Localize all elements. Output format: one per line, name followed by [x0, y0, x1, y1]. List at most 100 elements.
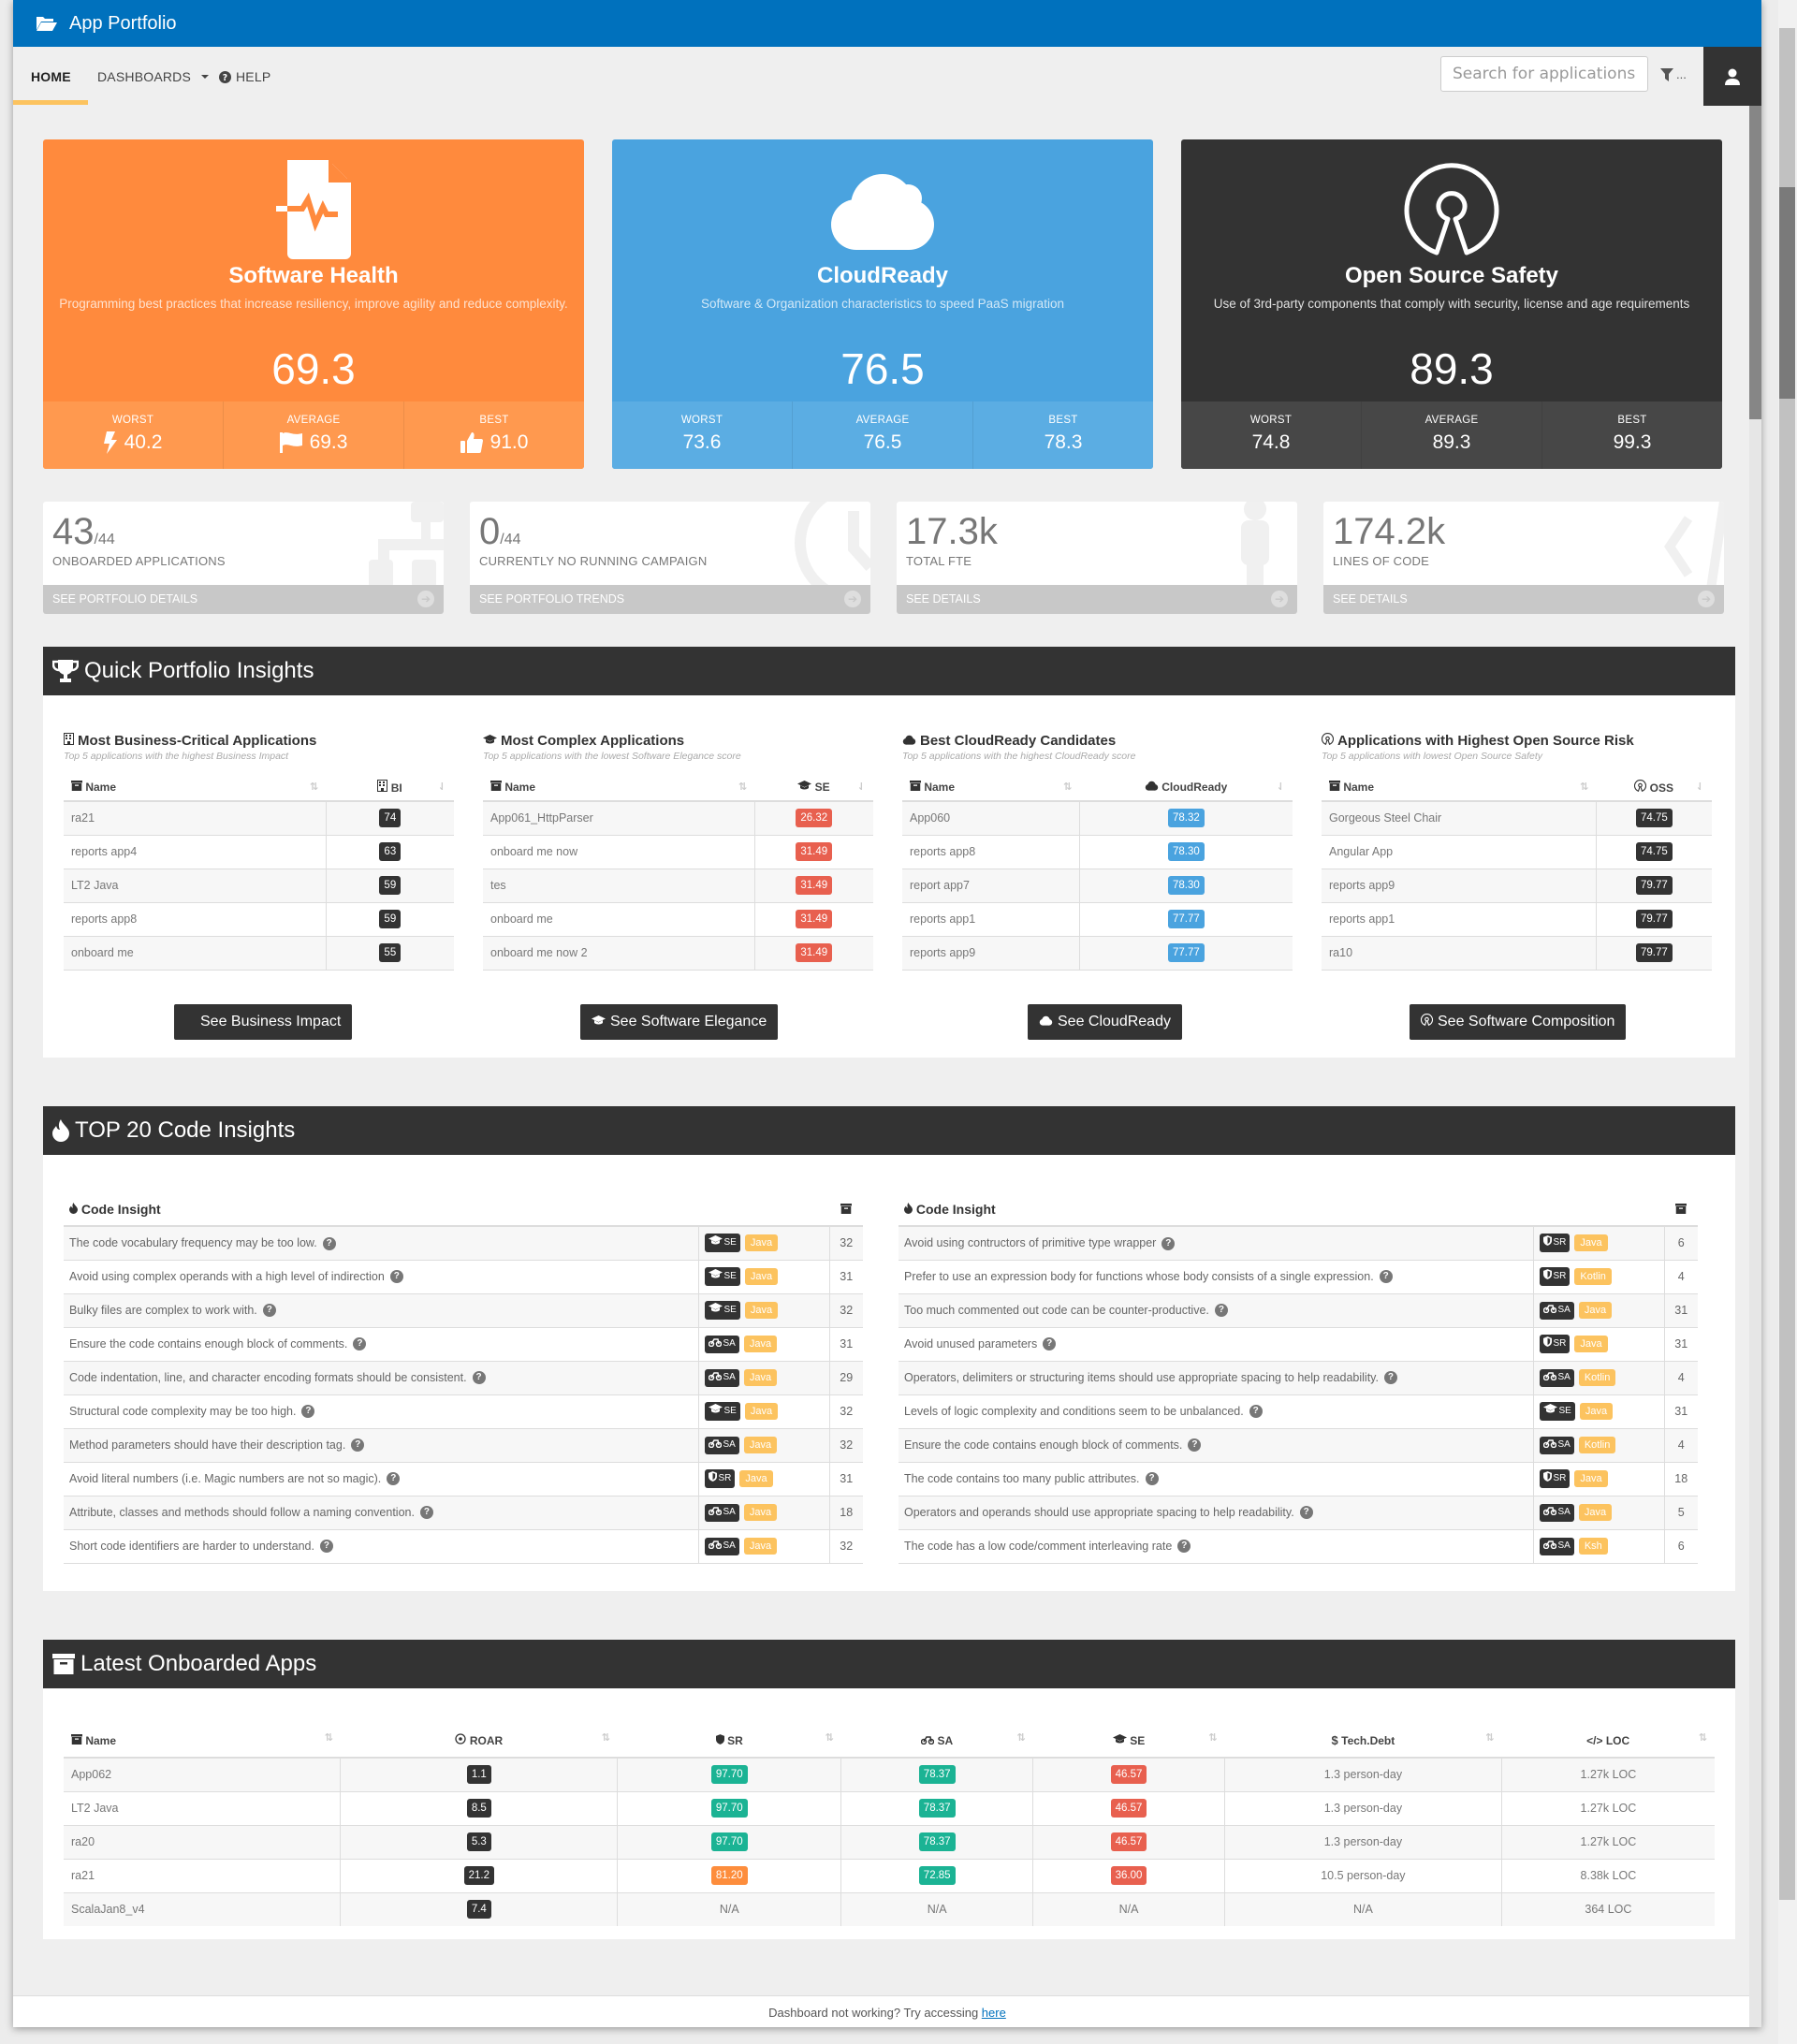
help-icon[interactable]: ? — [1161, 1236, 1176, 1250]
nav-home[interactable]: HOME — [31, 69, 71, 84]
table-row[interactable]: App062 1.1 97.70 78.37 46.57 1.3 person-… — [64, 1758, 1715, 1792]
sort-icon[interactable]: ⇅ — [1208, 1731, 1217, 1744]
cloudready-card[interactable]: CloudReady Software & Organization chara… — [612, 139, 1153, 469]
sort-icon[interactable]: ⇅ — [325, 1731, 333, 1744]
code-insight-row[interactable]: Avoid using complex operands with a high… — [64, 1260, 863, 1294]
page-scrollbar-thumb[interactable] — [1779, 187, 1795, 399]
help-icon[interactable]: ? — [1214, 1304, 1228, 1318]
table-row[interactable]: reports app1 77.77 — [902, 902, 1293, 937]
see-fte-details-link[interactable]: SEE DETAILS ➔ — [897, 585, 1297, 614]
table-row[interactable]: reports app9 77.77 — [902, 936, 1293, 971]
help-icon[interactable]: ? — [322, 1236, 336, 1250]
sort-icon[interactable]: ⇅ — [1580, 781, 1588, 793]
code-insight-row[interactable]: Operators, delimiters or structuring ite… — [898, 1361, 1698, 1395]
table-row[interactable]: ra20 5.3 97.70 78.37 46.57 1.3 person-da… — [64, 1825, 1715, 1860]
help-icon[interactable]: ? — [351, 1438, 365, 1453]
column-header[interactable]: SA ⇅ — [840, 1724, 1033, 1759]
table-row[interactable]: LT2 Java 59 — [64, 869, 454, 903]
table-row[interactable]: ra21 74 — [64, 801, 454, 836]
code-insight-row[interactable]: Operators and operands should use approp… — [898, 1496, 1698, 1530]
sort-icon[interactable]: ⇅ — [825, 1731, 834, 1744]
help-icon[interactable]: ? — [262, 1304, 276, 1318]
code-insight-row[interactable]: Ensure the code contains enough block of… — [64, 1327, 863, 1362]
open-source-safety-card[interactable]: Open Source Safety Use of 3rd-party comp… — [1181, 139, 1722, 469]
column-header[interactable]: SR ⇅ — [617, 1724, 841, 1759]
inner-scrollbar[interactable] — [1749, 106, 1761, 2027]
quick-insight-button[interactable]: See CloudReady — [1028, 1004, 1182, 1040]
filter-button[interactable]: ... — [1660, 67, 1687, 81]
help-icon[interactable]: ? — [387, 1472, 401, 1486]
code-insight-row[interactable]: The code vocabulary frequency may be too… — [64, 1226, 863, 1261]
code-insight-row[interactable]: Prefer to use an expression body for fun… — [898, 1260, 1698, 1294]
column-header[interactable]: ROAR ⇅ — [340, 1724, 618, 1759]
help-icon[interactable]: ? — [1379, 1270, 1393, 1284]
software-health-card[interactable]: Software Health Programming best practic… — [43, 139, 584, 469]
inner-scrollbar-thumb[interactable] — [1749, 106, 1761, 419]
help-icon[interactable]: ? — [472, 1371, 486, 1385]
metric-column-header[interactable]: OSS ⇃ — [1596, 773, 1712, 802]
column-header[interactable]: Name ⇅ — [64, 1724, 341, 1759]
help-icon[interactable]: ? — [1145, 1472, 1159, 1486]
table-row[interactable]: LT2 Java 8.5 97.70 78.37 46.57 1.3 perso… — [64, 1791, 1715, 1826]
footer-here-link[interactable]: here — [982, 2006, 1006, 2020]
metric-column-header[interactable]: CloudReady ⇃ — [1079, 773, 1293, 802]
column-header[interactable]: </> LOC ⇅ — [1501, 1724, 1715, 1759]
table-row[interactable]: onboard me 55 — [64, 936, 454, 971]
sort-icon[interactable]: ⇅ — [1063, 781, 1072, 793]
column-header[interactable]: $ Tech.Debt ⇅ — [1224, 1724, 1502, 1759]
code-insight-row[interactable]: Too much commented out code can be count… — [898, 1293, 1698, 1328]
column-header[interactable]: SE ⇅ — [1032, 1724, 1225, 1759]
table-row[interactable]: tes 31.49 — [483, 869, 873, 903]
name-column-header[interactable]: Name ⇅ — [483, 773, 755, 802]
help-icon[interactable]: ? — [1299, 1506, 1313, 1520]
code-insight-row[interactable]: Code indentation, line, and character en… — [64, 1361, 863, 1395]
sort-icon[interactable]: ⇅ — [1699, 1731, 1707, 1744]
table-row[interactable]: ScalaJan8_v4 7.4 N/A N/A N/A N/A 364 LOC — [64, 1892, 1715, 1926]
nav-help[interactable]: ? HELP — [219, 69, 270, 84]
see-loc-details-link[interactable]: SEE DETAILS ➔ — [1323, 585, 1724, 614]
user-menu-button[interactable] — [1703, 47, 1761, 106]
sort-icon[interactable]: ⇃ — [438, 781, 446, 793]
table-row[interactable]: App061_HttpParser 26.32 — [483, 801, 873, 836]
table-row[interactable]: Angular App 74.75 — [1322, 835, 1712, 869]
table-row[interactable]: reports app9 79.77 — [1322, 869, 1712, 903]
code-insight-row[interactable]: Structural code complexity may be too hi… — [64, 1394, 863, 1429]
help-icon[interactable]: ? — [319, 1540, 333, 1554]
sort-icon[interactable]: ⇅ — [1485, 1731, 1494, 1744]
code-insight-row[interactable]: Short code identifiers are harder to und… — [64, 1529, 863, 1564]
help-icon[interactable]: ? — [1043, 1337, 1057, 1351]
code-insight-row[interactable]: Avoid using contructors of primitive typ… — [898, 1226, 1698, 1261]
table-row[interactable]: reports app1 79.77 — [1322, 902, 1712, 937]
table-row[interactable]: reports app8 78.30 — [902, 835, 1293, 869]
sort-icon[interactable]: ⇃ — [857, 781, 866, 793]
table-row[interactable]: onboard me now 31.49 — [483, 835, 873, 869]
code-insight-row[interactable]: Attribute, classes and methods should fo… — [64, 1496, 863, 1530]
table-row[interactable]: ra21 21.2 81.20 72.85 36.00 10.5 person-… — [64, 1859, 1715, 1893]
code-insight-row[interactable]: Bulky files are complex to work with.? S… — [64, 1293, 863, 1328]
table-row[interactable]: onboard me now 2 31.49 — [483, 936, 873, 971]
table-row[interactable]: reports app4 63 — [64, 835, 454, 869]
quick-insight-button[interactable]: See Business Impact — [174, 1004, 353, 1040]
help-icon[interactable]: ? — [1188, 1438, 1202, 1453]
code-insight-row[interactable]: The code has a low code/comment interlea… — [898, 1529, 1698, 1564]
code-insight-row[interactable]: Levels of logic complexity and condition… — [898, 1394, 1698, 1429]
quick-insight-button[interactable]: See Software Composition — [1410, 1004, 1627, 1040]
table-row[interactable]: report app7 78.30 — [902, 869, 1293, 903]
search-input[interactable] — [1440, 56, 1648, 92]
help-icon[interactable]: ? — [301, 1405, 315, 1419]
sort-icon[interactable]: ⇅ — [310, 781, 318, 793]
sort-icon[interactable]: ⇅ — [602, 1731, 610, 1744]
help-icon[interactable]: ? — [389, 1270, 403, 1284]
table-row[interactable]: reports app8 59 — [64, 902, 454, 937]
page-scrollbar[interactable] — [1778, 0, 1797, 2044]
table-row[interactable]: ra10 79.77 — [1322, 936, 1712, 971]
code-insight-row[interactable]: Ensure the code contains enough block of… — [898, 1428, 1698, 1463]
metric-column-header[interactable]: BI ⇃ — [326, 773, 454, 802]
help-icon[interactable]: ? — [1383, 1371, 1397, 1385]
sort-icon[interactable]: ⇅ — [1016, 1731, 1025, 1744]
sort-icon[interactable]: ⇃ — [1696, 781, 1704, 793]
code-insight-row[interactable]: Method parameters should have their desc… — [64, 1428, 863, 1463]
code-insight-row[interactable]: Avoid literal numbers (i.e. Magic number… — [64, 1462, 863, 1496]
help-icon[interactable]: ? — [1177, 1540, 1191, 1554]
table-row[interactable]: App060 78.32 — [902, 801, 1293, 836]
